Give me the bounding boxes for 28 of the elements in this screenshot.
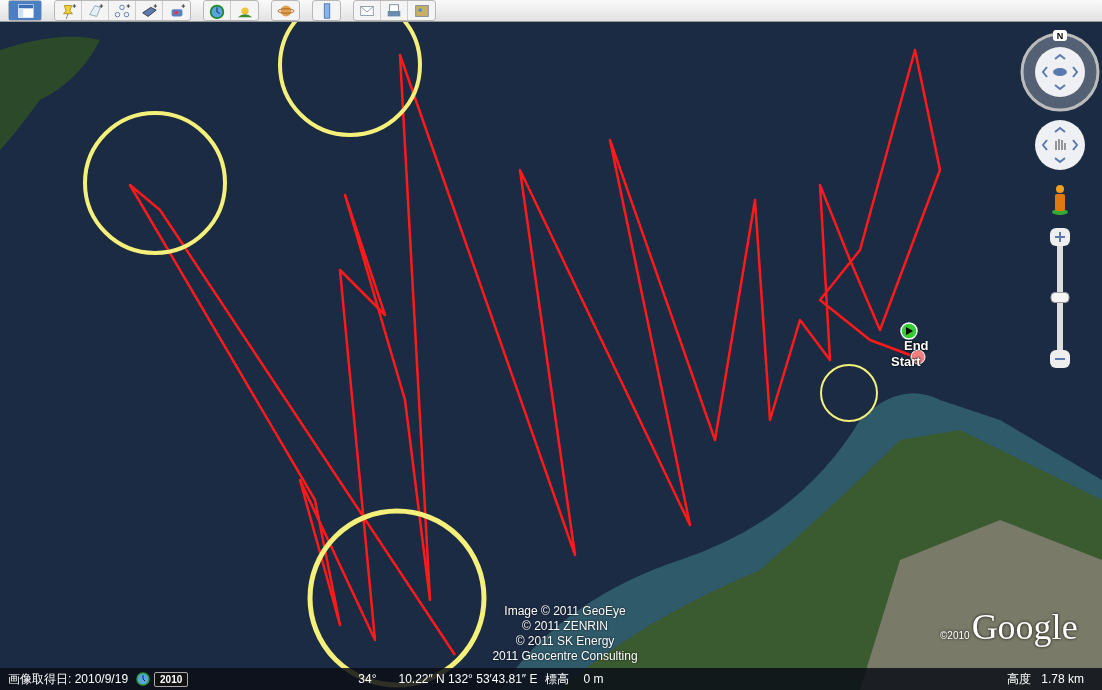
altitude-label: 高度 [1007, 670, 1032, 688]
sidebar-icon [15, 1, 35, 20]
play-icon [900, 322, 918, 340]
imagery-credit: 2011 Geocentre Consulting [492, 649, 638, 664]
person-icon[interactable] [1052, 185, 1068, 215]
toolbar-button[interactable] [9, 1, 41, 20]
imagery-credit: © 2011 SK Energy [515, 634, 615, 649]
end-label: End [904, 338, 929, 353]
look-joystick[interactable] [1020, 32, 1100, 112]
logo-year: ©2010 [940, 630, 970, 641]
compass-north[interactable]: N [1053, 30, 1067, 41]
highlight-circle [820, 364, 878, 422]
start-label: Start [891, 354, 921, 369]
path-icon [112, 1, 132, 20]
clock-icon[interactable] [136, 672, 151, 686]
logo-wordmark: Google [971, 606, 1078, 648]
zoom-thumb[interactable] [1050, 292, 1070, 303]
coordinates-text: 10.22″ N 132° 53′43.81″ E [398, 672, 538, 686]
latitude-text: 34° [358, 672, 377, 686]
zoom-slider[interactable] [1050, 228, 1070, 368]
elevation-label: 標高 [545, 670, 570, 688]
move-joystick[interactable] [1035, 120, 1085, 170]
altitude-value: 1.78 km [1041, 672, 1084, 686]
imagery-credit: © 2011 ZENRIN [522, 619, 608, 634]
elevation-value: 0 m [583, 672, 604, 686]
imagery-date: 画像取得日: 2010/9/19 [8, 670, 129, 688]
imagery-credit: Image © 2011 GeoEye [504, 604, 626, 619]
year-button[interactable]: 2010 [154, 671, 189, 687]
